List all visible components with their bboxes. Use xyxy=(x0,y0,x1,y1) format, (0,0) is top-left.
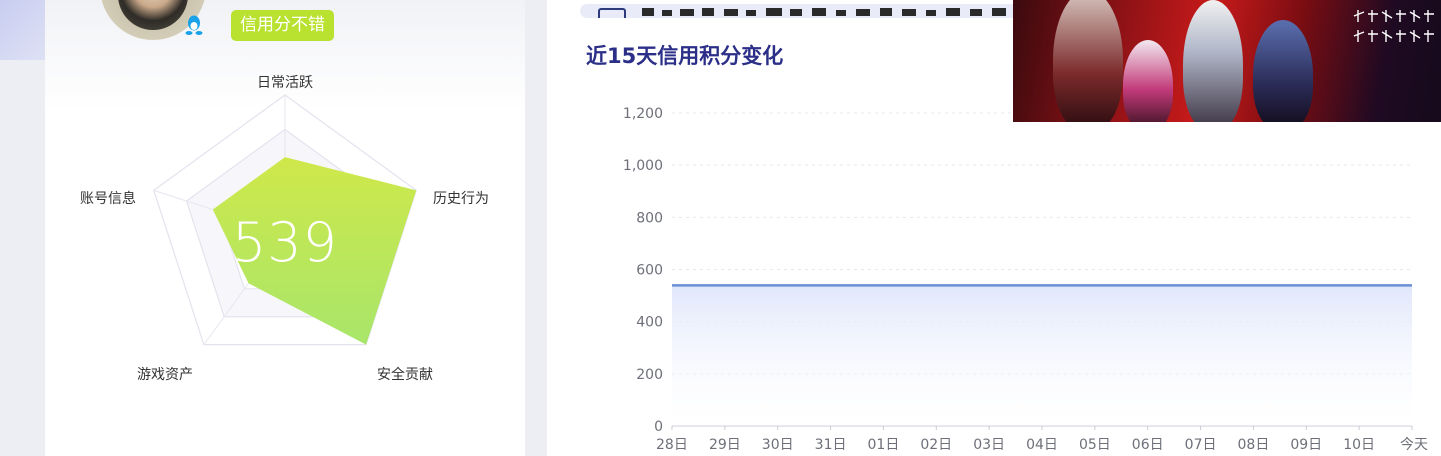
y-tick-label: 1,200 xyxy=(623,106,663,122)
game-banner[interactable] xyxy=(1013,0,1441,122)
x-tick-label: 10日 xyxy=(1343,437,1375,453)
x-tick-label: 06日 xyxy=(1132,437,1164,453)
banner-character-2 xyxy=(1123,40,1173,122)
x-tick-label: 02日 xyxy=(920,437,952,453)
x-tick-label: 30日 xyxy=(762,437,794,453)
x-tick-label: 01日 xyxy=(868,437,900,453)
banner-character-3 xyxy=(1183,0,1243,122)
y-tick-label: 200 xyxy=(636,367,663,383)
y-tick-label: 800 xyxy=(636,210,663,226)
series-layer xyxy=(672,284,1412,426)
x-tick-label: 03日 xyxy=(973,437,1005,453)
y-tick-label: 600 xyxy=(636,263,663,279)
y-axis-ticks: 0 200 400 600 800 1,000 1,200 xyxy=(623,106,663,435)
x-tick-label: 08日 xyxy=(1238,437,1270,453)
x-axis-ticks: 28日 29日 30日 31日 01日 02日 03日 04日 05日 06日 07日 08日 09日 1… xyxy=(656,426,1428,453)
banner-character-1 xyxy=(1053,0,1123,122)
y-tick-label: 1,000 xyxy=(623,158,663,174)
series-area xyxy=(672,285,1412,426)
y-tick-label: 0 xyxy=(654,419,663,435)
x-tick-label: 29日 xyxy=(709,437,741,453)
banner-character-4 xyxy=(1253,20,1313,122)
x-tick-label: 04日 xyxy=(1026,437,1058,453)
x-tick-label: 28日 xyxy=(656,437,688,453)
x-tick-label: 09日 xyxy=(1290,437,1322,453)
x-tick-label: 今天 xyxy=(1400,437,1428,453)
x-tick-label: 07日 xyxy=(1185,437,1217,453)
game-logo xyxy=(1353,10,1434,42)
y-tick-label: 400 xyxy=(636,315,663,331)
x-tick-label: 05日 xyxy=(1079,437,1111,453)
x-tick-label: 31日 xyxy=(815,437,847,453)
